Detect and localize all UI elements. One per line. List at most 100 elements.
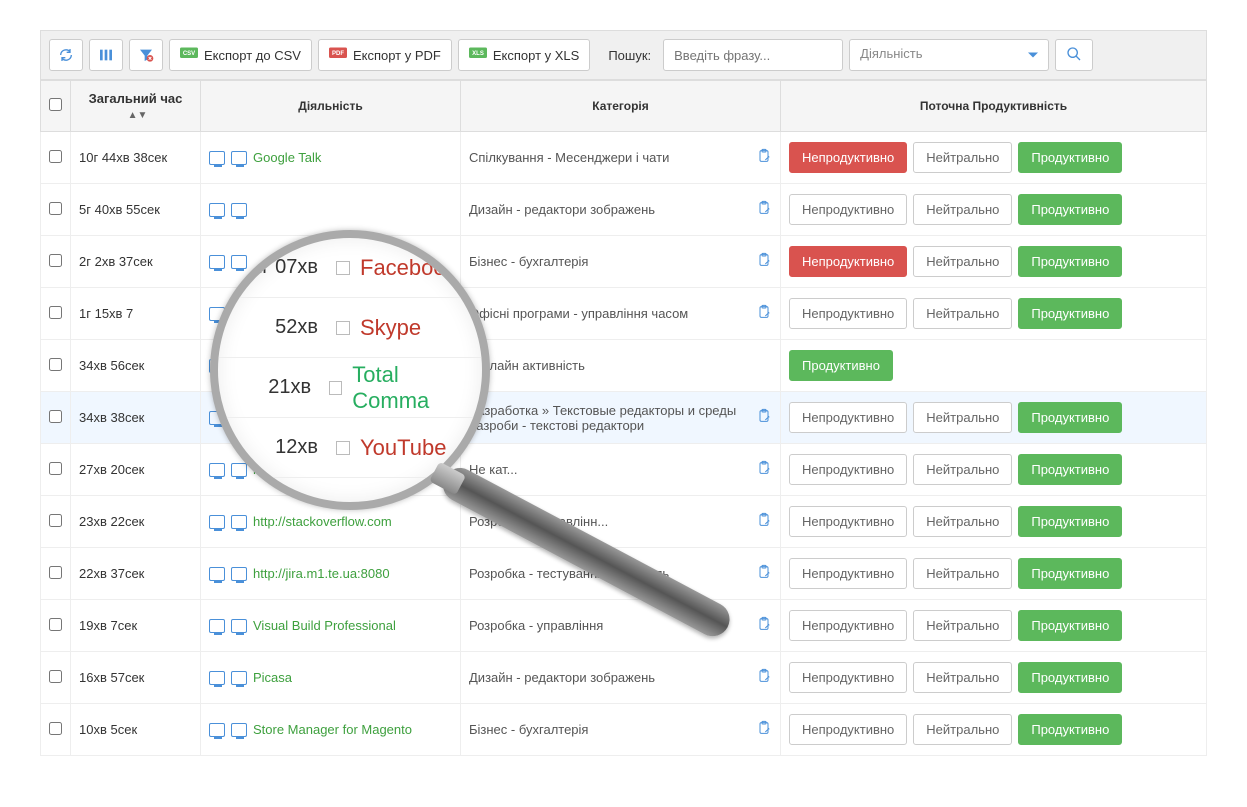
neutral-button[interactable]: Нейтрально (913, 298, 1012, 329)
edit-category-icon[interactable] (756, 408, 772, 427)
activity-link[interactable]: Google Talk (253, 150, 321, 165)
search-button[interactable] (1055, 39, 1093, 71)
time-cell: 10г 44хв 38сек (71, 132, 201, 184)
export-xls-button[interactable]: XLS Експорт у XLS (458, 39, 590, 71)
productive-button[interactable]: Продуктивно (1018, 714, 1122, 745)
unproductive-button[interactable]: Непродуктивно (789, 194, 907, 225)
unproductive-button[interactable]: Непродуктивно (789, 558, 907, 589)
productive-button[interactable]: Продуктивно (1018, 402, 1122, 433)
activity-cell (201, 392, 461, 444)
row-checkbox[interactable] (49, 202, 62, 215)
productive-button[interactable]: Продуктивно (1018, 662, 1122, 693)
activity-select[interactable]: Діяльність (849, 39, 1049, 71)
unproductive-button[interactable]: Непродуктивно (789, 506, 907, 537)
monitor-icon (209, 515, 225, 529)
export-pdf-button[interactable]: PDF Експорт у PDF (318, 39, 452, 71)
unproductive-button[interactable]: Непродуктивно (789, 246, 907, 277)
activity-link[interactable]: Visual Build Professional (253, 618, 396, 633)
productivity-cell: НепродуктивноНейтральноПродуктивно (781, 236, 1207, 288)
unproductive-button[interactable]: Непродуктивно (789, 142, 907, 173)
activity-link[interactable]: Picasa (253, 670, 292, 685)
unproductive-button[interactable]: Непродуктивно (789, 298, 907, 329)
activity-link[interactable]: Store Manager for Magento (253, 722, 412, 737)
header-category[interactable]: Категорія (461, 81, 781, 132)
row-checkbox[interactable] (49, 358, 62, 371)
table-row: 27хв 20секhttp://localhostНе кат...Непро… (41, 444, 1207, 496)
unproductive-button[interactable]: Непродуктивно (789, 454, 907, 485)
header-activity[interactable]: Діяльність (201, 81, 461, 132)
productivity-cell: НепродуктивноНейтральноПродуктивно (781, 132, 1207, 184)
time-cell: 27хв 20сек (71, 444, 201, 496)
neutral-button[interactable]: Нейтрально (913, 714, 1012, 745)
edit-category-icon[interactable] (756, 200, 772, 219)
row-checkbox[interactable] (49, 462, 62, 475)
category-cell: Дизайн - редактори зображень (461, 652, 781, 704)
unproductive-button[interactable]: Непродуктивно (789, 610, 907, 641)
edit-category-icon[interactable] (756, 148, 772, 167)
neutral-button[interactable]: Нейтрально (913, 506, 1012, 537)
row-checkbox[interactable] (49, 722, 62, 735)
edit-category-icon[interactable] (756, 460, 772, 479)
row-checkbox[interactable] (49, 254, 62, 267)
neutral-button[interactable]: Нейтрально (913, 402, 1012, 433)
sort-indicator-icon: ▲▼ (128, 110, 148, 121)
productive-button[interactable]: Продуктивно (1018, 246, 1122, 277)
productive-button[interactable]: Продуктивно (1018, 454, 1122, 485)
neutral-button[interactable]: Нейтрально (913, 662, 1012, 693)
row-checkbox[interactable] (49, 306, 62, 319)
unproductive-button[interactable]: Непродуктивно (789, 402, 907, 433)
edit-category-icon[interactable] (756, 304, 772, 323)
neutral-button[interactable]: Нейтрально (913, 246, 1012, 277)
unproductive-button[interactable]: Непродуктивно (789, 662, 907, 693)
export-csv-button[interactable]: CSV Експорт до CSV (169, 39, 312, 71)
time-cell: 16хв 57сек (71, 652, 201, 704)
activity-cell: http://localhost (201, 444, 461, 496)
productive-button[interactable]: Продуктивно (789, 350, 893, 381)
row-checkbox[interactable] (49, 514, 62, 527)
row-checkbox[interactable] (49, 618, 62, 631)
table-row: 10хв 5секStore Manager for MagentoБізнес… (41, 704, 1207, 756)
edit-category-icon[interactable] (756, 668, 772, 687)
activity-link[interactable]: http://stackoverflow.com (253, 514, 392, 529)
productive-button[interactable]: Продуктивно (1018, 610, 1122, 641)
neutral-button[interactable]: Нейтрально (913, 454, 1012, 485)
window-icon (231, 515, 247, 529)
edit-category-icon[interactable] (756, 720, 772, 739)
productive-button[interactable]: Продуктивно (1018, 142, 1122, 173)
header-checkbox-col (41, 81, 71, 132)
row-checkbox[interactable] (49, 410, 62, 423)
productive-button[interactable]: Продуктивно (1018, 298, 1122, 329)
header-productivity[interactable]: Поточна Продуктивність (781, 81, 1207, 132)
productivity-cell: НепродуктивноНейтральноПродуктивно (781, 184, 1207, 236)
edit-category-icon[interactable] (756, 616, 772, 635)
window-icon (231, 723, 247, 737)
columns-icon (98, 47, 114, 63)
activity-cell (201, 184, 461, 236)
refresh-button[interactable] (49, 39, 83, 71)
neutral-button[interactable]: Нейтрально (913, 194, 1012, 225)
edit-category-icon[interactable] (756, 512, 772, 531)
neutral-button[interactable]: Нейтрально (913, 610, 1012, 641)
row-checkbox[interactable] (49, 670, 62, 683)
edit-category-icon[interactable] (756, 564, 772, 583)
activity-link[interactable]: http://localhost (253, 462, 337, 477)
columns-button[interactable] (89, 39, 123, 71)
select-all-checkbox[interactable] (49, 98, 62, 111)
neutral-button[interactable]: Нейтрально (913, 558, 1012, 589)
activity-link[interactable]: http://jira.m1.te.ua:8080 (253, 566, 390, 581)
row-checkbox[interactable] (49, 150, 62, 163)
search-input[interactable] (663, 39, 843, 71)
neutral-button[interactable]: Нейтрально (913, 142, 1012, 173)
productive-button[interactable]: Продуктивно (1018, 194, 1122, 225)
monitor-icon (209, 151, 225, 165)
clear-filter-button[interactable] (129, 39, 163, 71)
unproductive-button[interactable]: Непродуктивно (789, 714, 907, 745)
app-container: CSV Експорт до CSV PDF Експорт у PDF XLS… (40, 30, 1207, 756)
productive-button[interactable]: Продуктивно (1018, 506, 1122, 537)
window-icon (231, 307, 247, 321)
productive-button[interactable]: Продуктивно (1018, 558, 1122, 589)
row-checkbox[interactable] (49, 566, 62, 579)
header-time[interactable]: Загальний час▲▼ (71, 81, 201, 132)
table-row: 34хв 56секОфлайн активністьПродуктивно (41, 340, 1207, 392)
edit-category-icon[interactable] (756, 252, 772, 271)
